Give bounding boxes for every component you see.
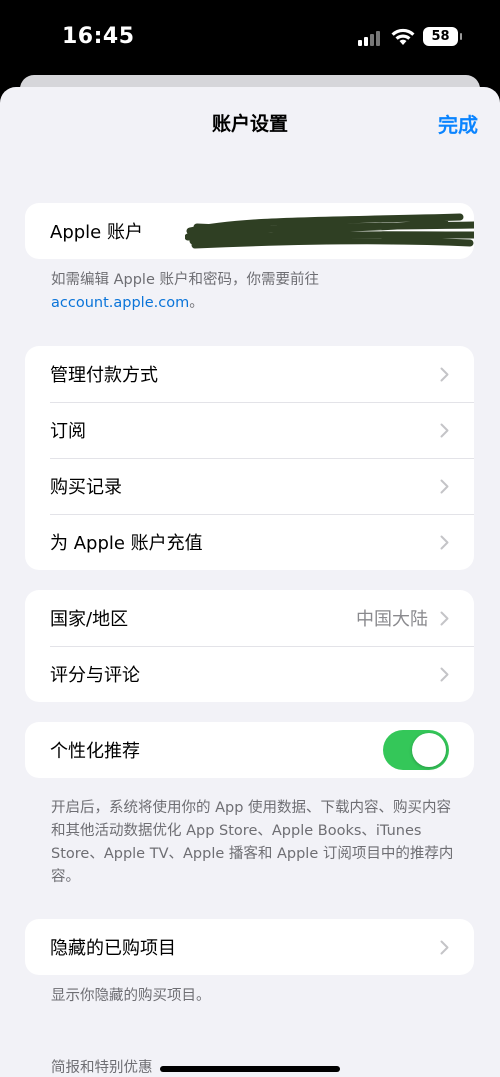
personalized-row: 个性化推荐 [25,722,474,778]
personalized-toggle[interactable] [383,730,449,770]
add-funds-label: 为 Apple 账户充值 [50,533,203,554]
subscriptions-row[interactable]: 订阅 [25,402,474,458]
purchase-history-label: 购买记录 [50,477,122,498]
account-settings-sheet: 账户设置 完成 Apple 账户 如需编辑 Apple 账户和密码，你需要前往 … [0,87,500,1077]
wifi-icon [391,28,415,45]
country-region-row[interactable]: 国家/地区 中国大陆 [25,590,474,646]
hidden-purchases-row[interactable]: 隐藏的已购项目 [25,919,474,975]
redaction-scribble [185,213,474,249]
country-region-label: 国家/地区 [50,609,129,630]
chevron-right-icon [440,667,449,681]
personalized-label: 个性化推荐 [50,741,140,762]
ratings-reviews-row[interactable]: 评分与评论 [25,646,474,702]
account-note: 如需编辑 Apple 账户和密码，你需要前往 account.apple.com… [51,269,461,315]
apple-account-row: Apple 账户 [25,203,474,259]
hidden-purchases-note: 显示你隐藏的购买项目。 [51,988,211,1004]
battery-icon: 58 [423,27,462,46]
account-note-text: 如需编辑 Apple 账户和密码，你需要前往 [51,272,319,288]
subscriptions-label: 订阅 [50,421,86,442]
hidden-purchases-label: 隐藏的已购项目 [50,938,176,959]
chevron-right-icon [440,479,449,493]
hidden-purchases-group: 隐藏的已购项目 [25,919,474,975]
cellular-signal-icon [358,30,384,46]
manage-payment-row[interactable]: 管理付款方式 [25,346,474,402]
ratings-reviews-label: 评分与评论 [50,665,140,686]
chevron-right-icon [440,611,449,625]
region-group: 国家/地区 中国大陆 评分与评论 [25,590,474,702]
account-note-suffix: 。 [189,295,204,311]
chevron-right-icon [440,535,449,549]
page-title: 账户设置 [211,113,288,135]
home-indicator [160,1066,340,1072]
done-button[interactable]: 完成 [438,109,478,138]
toggle-knob [412,733,446,767]
add-funds-row[interactable]: 为 Apple 账户充值 [25,514,474,570]
status-bar: 16:45 58 [0,0,500,80]
manage-payment-label: 管理付款方式 [50,365,158,386]
account-apple-link[interactable]: account.apple.com [51,295,189,311]
chevron-right-icon [440,367,449,381]
chevron-right-icon [440,423,449,437]
purchase-history-row[interactable]: 购买记录 [25,458,474,514]
country-region-value: 中国大陆 [356,609,428,630]
apple-account-group: Apple 账户 [25,203,474,259]
payment-group: 管理付款方式 订阅 购买记录 为 Apple 账户充值 [25,346,474,570]
status-time: 16:45 [62,24,135,49]
personalized-group: 个性化推荐 [25,722,474,778]
chevron-right-icon [440,940,449,954]
personalized-note: 开启后，系统将使用你的 App 使用数据、下载内容、购买内容和其他活动数据优化 … [51,800,454,885]
